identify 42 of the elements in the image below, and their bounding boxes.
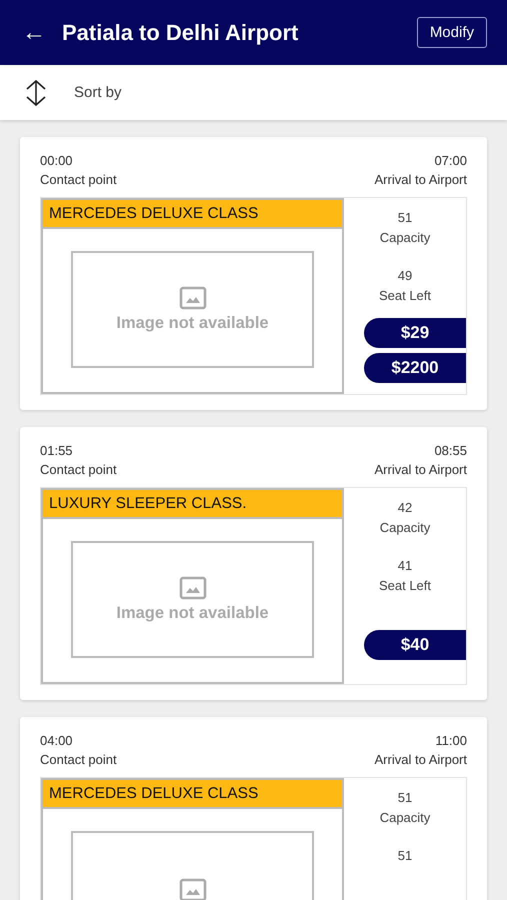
bus-class: MERCEDES DELUXE CLASS xyxy=(43,200,342,229)
departure-time: 04:00 xyxy=(40,733,74,748)
capacity-label: Capacity xyxy=(380,809,430,827)
arrival-label: Arrival to Airport xyxy=(374,462,467,477)
trip-card[interactable]: 01:55 Contact point 08:55 Arrival to Airport LUXURY SLEEPER CLASS. Image not available 42 Capacity 41 Seat Left $40 xyxy=(20,427,487,700)
departure-label: Contact point xyxy=(40,172,117,187)
price-button[interactable]: $29 xyxy=(364,318,466,348)
bus-class: MERCEDES DELUXE CLASS xyxy=(43,780,342,809)
seats-left-value: 49 xyxy=(398,267,412,285)
trip-card[interactable]: 04:00 Contact point 11:00 Arrival to Airport MERCEDES DELUXE CLASS 51 Capacity 51 xyxy=(20,717,487,900)
bus-class: LUXURY SLEEPER CLASS. xyxy=(43,490,342,519)
back-button[interactable]: ← xyxy=(22,20,46,44)
sort-icon[interactable] xyxy=(24,78,48,106)
arrival-time: 11:00 xyxy=(435,733,467,748)
departure-label: Contact point xyxy=(40,462,117,477)
sort-label[interactable]: Sort by xyxy=(74,84,122,101)
departure-time: 00:00 xyxy=(40,153,74,168)
image-icon xyxy=(178,878,206,900)
departure-time: 01:55 xyxy=(40,443,74,458)
price-button[interactable]: $40 xyxy=(364,630,466,660)
page-title: Patiala to Delhi Airport xyxy=(62,20,300,46)
arrival-time: 07:00 xyxy=(434,153,467,168)
capacity-value: 51 xyxy=(398,209,412,227)
departure-label: Contact point xyxy=(40,752,117,767)
trip-card[interactable]: 00:00 Contact point 07:00 Arrival to Airport MERCEDES DELUXE CLASS Image not available 51 Capacity 49 Seat Left $29 $2200 xyxy=(20,137,487,410)
seats-left-value: 41 xyxy=(398,557,412,575)
seats-left-value: 51 xyxy=(398,847,412,865)
image-unavailable-text: Image not available xyxy=(116,314,269,333)
capacity-value: 42 xyxy=(398,499,412,517)
image-unavailable-text: Image not available xyxy=(116,604,269,623)
capacity-label: Capacity xyxy=(380,519,430,537)
image-icon xyxy=(178,576,206,600)
capacity-value: 51 xyxy=(398,789,412,807)
image-icon xyxy=(178,286,206,310)
price-button[interactable]: $2200 xyxy=(364,353,466,383)
arrival-label: Arrival to Airport xyxy=(374,752,467,767)
seats-left-label: Seat Left xyxy=(378,577,432,595)
capacity-label: Capacity xyxy=(380,229,430,247)
arrival-time: 08:55 xyxy=(434,443,467,458)
modify-button[interactable]: Modify xyxy=(416,17,487,48)
seats-left-label: Seat Left xyxy=(378,287,432,305)
arrival-label: Arrival to Airport xyxy=(374,172,467,187)
